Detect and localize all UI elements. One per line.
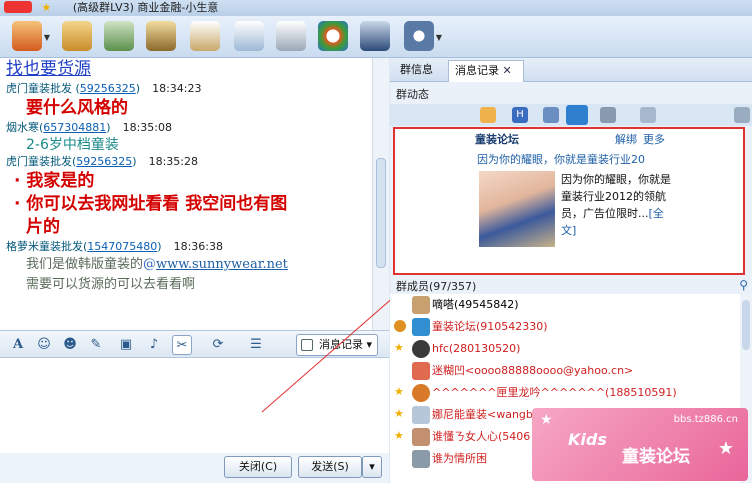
- group-dynamics-label: 群动态: [396, 88, 429, 101]
- dynamics-header: 童装论坛 解绑 更多: [475, 131, 675, 147]
- scroll-thumb[interactable]: [742, 300, 750, 350]
- arrow-right-icon[interactable]: [640, 107, 656, 123]
- avatar: [412, 428, 430, 446]
- admin-star-icon: ★: [394, 385, 404, 398]
- owner-icon: [394, 320, 406, 332]
- post-image[interactable]: [479, 171, 555, 247]
- list-item[interactable]: 嘀嗒(49545842): [390, 294, 752, 316]
- announcement-icon[interactable]: [480, 107, 496, 123]
- forum-title[interactable]: 童装论坛: [475, 133, 519, 146]
- post-subtitle-link[interactable]: 因为你的耀眼，你就是童装行业20: [477, 151, 645, 167]
- avatar: [412, 296, 430, 314]
- avatar: [412, 406, 430, 424]
- star-icon: ★: [717, 438, 734, 459]
- avatar: [412, 450, 430, 468]
- watermark-title: 童装论坛: [622, 447, 690, 467]
- film-icon[interactable]: [600, 107, 616, 123]
- avatar: [412, 340, 430, 358]
- list-item[interactable]: ★ ^^^^^^^匣里龙吟^^^^^^^(188510591): [390, 382, 752, 404]
- dynamics-card: 童装论坛 解绑 更多 因为你的耀眼，你就是童装行业20 因为你的耀眼，你就是童装…: [393, 127, 745, 275]
- watermark-kids: Kids: [568, 430, 607, 449]
- tab-group-info[interactable]: 群信息: [394, 60, 439, 82]
- avatar: [412, 362, 430, 380]
- right-tabs: 群信息 消息记录 ✕: [390, 58, 752, 82]
- h-icon[interactable]: H: [512, 107, 528, 123]
- tab-message-history[interactable]: 消息记录 ✕: [448, 60, 524, 82]
- post-body: 因为你的耀眼，你就是童装行业2012的领航员，广告位限时...[全文]: [561, 173, 671, 237]
- watermark-url: bbs.tz886.cn: [673, 414, 738, 425]
- chat-bubble-icon[interactable]: [566, 105, 588, 125]
- dynamics-toolbar: H: [390, 104, 752, 126]
- avatar: [412, 384, 430, 402]
- unbind-link[interactable]: 解绑: [615, 131, 637, 147]
- avatar: [412, 318, 430, 336]
- list-item[interactable]: 迷糊凹<oooo88888oooo@yahoo.cn>: [390, 360, 752, 382]
- admin-star-icon: ★: [394, 429, 404, 442]
- wrench-icon[interactable]: [734, 107, 750, 123]
- admin-star-icon: ★: [394, 407, 404, 420]
- members-label: 群成员(97/357): [396, 280, 477, 293]
- watermark-banner: ★ ★ bbs.tz886.cn Kids 童装论坛: [532, 408, 748, 481]
- search-icon[interactable]: ⚲: [739, 278, 748, 292]
- list-item[interactable]: ★ hfc(280130520): [390, 338, 752, 360]
- chart-icon[interactable]: [543, 107, 559, 123]
- more-link[interactable]: 更多: [643, 131, 665, 147]
- star-icon: ★: [540, 412, 553, 428]
- admin-star-icon: ★: [394, 341, 404, 354]
- list-item[interactable]: 童装论坛(910542330): [390, 316, 752, 338]
- close-tab-icon[interactable]: ✕: [503, 64, 512, 77]
